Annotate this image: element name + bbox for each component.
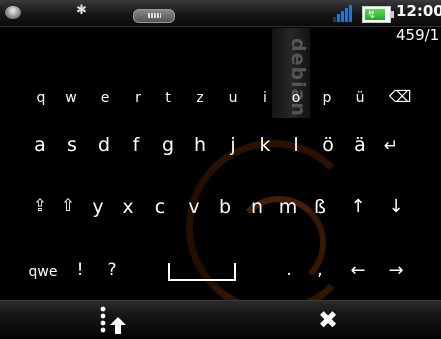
key-layout-switch[interactable]: qwe (29, 265, 58, 279)
key-t[interactable]: t (165, 91, 171, 105)
arrow-down-icon[interactable]: ↓ (388, 198, 403, 216)
key-r[interactable]: r (135, 91, 141, 105)
shift-key-icon[interactable]: ⇧ (61, 198, 75, 215)
more-options-arrow-icon[interactable] (98, 305, 132, 335)
key-z[interactable]: z (196, 91, 203, 105)
key-a[interactable]: a (34, 136, 46, 155)
key-v[interactable]: v (188, 198, 199, 217)
key-c[interactable]: c (155, 198, 165, 217)
status-bar: ✱ ↯ 12:00 (0, 0, 441, 27)
menu-disc-icon[interactable] (5, 6, 21, 19)
key-exclamation[interactable]: ! (77, 262, 84, 279)
key-h[interactable]: h (194, 136, 206, 155)
clock[interactable]: 12:00 (396, 2, 441, 20)
signal-icon[interactable] (333, 5, 352, 22)
keyboard-indicator-icon[interactable] (133, 9, 175, 23)
key-o-umlaut[interactable]: ö (322, 136, 334, 155)
bluetooth-icon[interactable]: ✱ (76, 3, 87, 18)
key-k[interactable]: k (259, 136, 270, 155)
key-l[interactable]: l (293, 136, 298, 155)
key-j[interactable]: j (230, 136, 235, 155)
space-bar[interactable] (168, 263, 236, 281)
backspace-icon[interactable]: ⌫ (389, 89, 412, 105)
key-w[interactable]: w (65, 91, 76, 105)
key-b[interactable]: b (219, 198, 231, 217)
key-p[interactable]: p (323, 91, 332, 105)
key-d[interactable]: d (98, 136, 110, 155)
key-u[interactable]: u (229, 91, 238, 105)
key-s[interactable]: s (67, 136, 77, 155)
key-m[interactable]: m (279, 198, 298, 217)
key-comma[interactable]: , (317, 262, 322, 279)
key-u-umlaut[interactable]: ü (356, 91, 365, 105)
arrow-right-icon[interactable]: → (388, 262, 403, 280)
key-n[interactable]: n (251, 198, 263, 217)
key-question[interactable]: ? (107, 262, 116, 279)
key-q[interactable]: q (37, 91, 46, 105)
battery-charging-icon[interactable]: ↯ (362, 6, 394, 23)
key-f[interactable]: f (133, 136, 140, 155)
caps-lock-icon[interactable]: ⇪ (33, 198, 47, 215)
close-icon[interactable]: ✖ (318, 306, 338, 334)
key-sharp-s[interactable]: ß (314, 198, 326, 217)
bottom-toolbar: ✖ (0, 300, 441, 337)
enter-icon[interactable]: ↵ (384, 138, 398, 155)
key-e[interactable]: e (101, 91, 110, 105)
arrow-up-icon[interactable]: ↑ (350, 198, 365, 216)
key-i[interactable]: i (263, 91, 267, 105)
arrow-left-icon[interactable]: ← (350, 262, 365, 280)
key-x[interactable]: x (122, 198, 133, 217)
key-period[interactable]: . (286, 262, 291, 279)
message-counter: 459/1 (396, 26, 440, 44)
key-y[interactable]: y (92, 198, 103, 217)
key-o[interactable]: o (292, 91, 301, 105)
key-a-umlaut[interactable]: ä (354, 136, 366, 155)
key-g[interactable]: g (162, 136, 174, 155)
